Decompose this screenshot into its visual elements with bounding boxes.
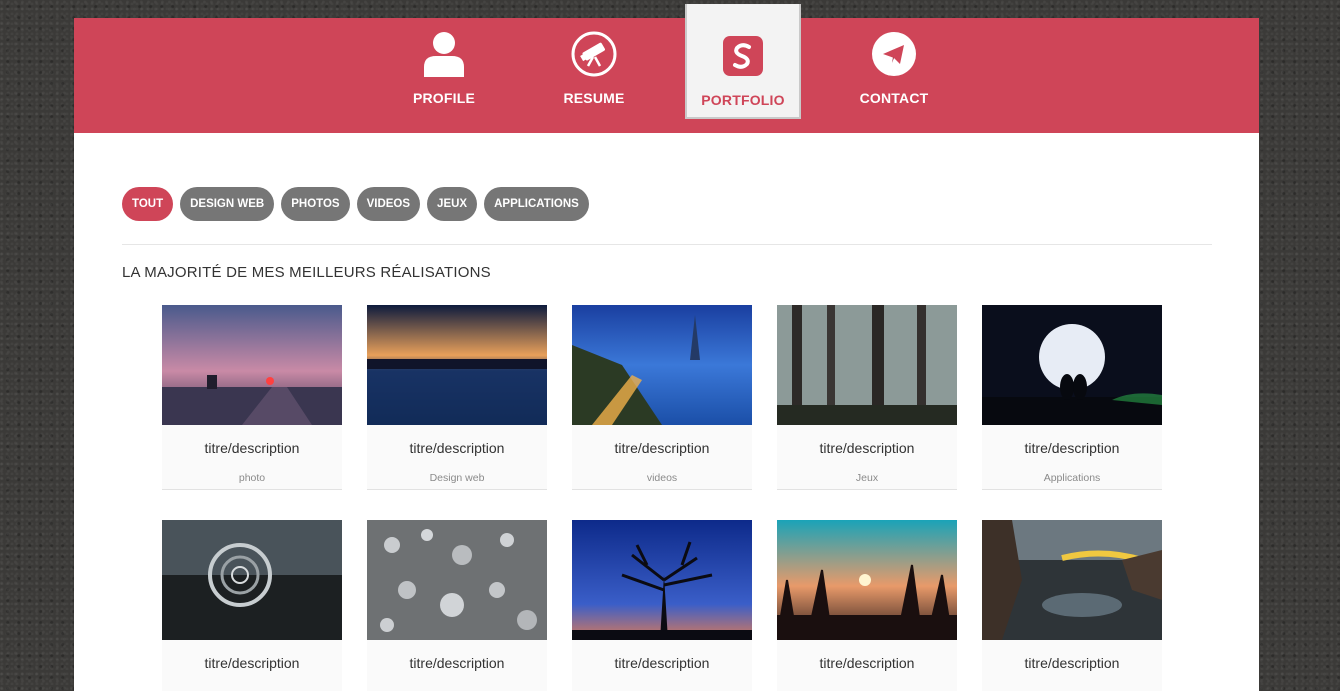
- thumbnail-image: [777, 520, 957, 640]
- portfolio-item[interactable]: titre/description: [572, 520, 752, 691]
- filter-jeux[interactable]: JEUX: [427, 187, 478, 221]
- item-title: titre/description: [819, 440, 915, 456]
- portfolio-item[interactable]: titre/description Jeux: [777, 305, 957, 490]
- item-title: titre/description: [204, 440, 300, 456]
- nav-item-profile[interactable]: PROFILE: [386, 18, 502, 133]
- item-title: titre/description: [819, 655, 915, 671]
- portfolio-item[interactable]: titre/description: [982, 520, 1162, 691]
- thumbnail-image: [982, 305, 1162, 425]
- portfolio-item[interactable]: titre/description: [777, 520, 957, 691]
- filter-tout[interactable]: TOUT: [122, 187, 174, 221]
- item-category: photo: [238, 472, 266, 484]
- thumbnail-image: [162, 520, 342, 640]
- nav-label-contact: CONTACT: [859, 90, 929, 106]
- item-title: titre/description: [1024, 440, 1120, 456]
- portfolio-item[interactable]: titre/description: [162, 520, 342, 691]
- nav-item-contact[interactable]: CONTACT: [836, 18, 952, 133]
- item-category: videos: [646, 472, 678, 484]
- filter-photos[interactable]: PHOTOS: [281, 187, 350, 221]
- thumbnail-image: [572, 520, 752, 640]
- thumbnail-image: [777, 305, 957, 425]
- nav-item-resume[interactable]: RESUME: [536, 18, 652, 133]
- thumbnail-image: [982, 520, 1162, 640]
- item-category: Design web: [429, 472, 485, 484]
- nav-label-resume: RESUME: [563, 90, 625, 106]
- telescope-icon: [571, 31, 617, 77]
- item-title: titre/description: [614, 440, 710, 456]
- section-title: LA MAJORITÉ DE MES MEILLEURS RÉALISATION…: [122, 264, 491, 281]
- thumbnail-image: [162, 305, 342, 425]
- thumbnail-image: [367, 520, 547, 640]
- thumbnail-image: [367, 305, 547, 425]
- item-title: titre/description: [1024, 655, 1120, 671]
- thumbnail-image: [572, 305, 752, 425]
- paper-plane-icon: [871, 31, 917, 77]
- portfolio-item[interactable]: titre/description Applications: [982, 305, 1162, 490]
- filter-videos[interactable]: VIDEOS: [356, 187, 421, 221]
- portfolio-item[interactable]: titre/description videos: [572, 305, 752, 490]
- nav-label-portfolio: PORTFOLIO: [701, 92, 785, 108]
- nav-item-portfolio[interactable]: PORTFOLIO: [685, 4, 801, 119]
- filter-applications[interactable]: APPLICATIONS: [484, 187, 589, 221]
- main-card: PROFILE RESUME PORTFOLIO CONTACT TOUT DE…: [74, 4, 1259, 691]
- item-category: Applications: [1043, 472, 1101, 484]
- item-title: titre/description: [614, 655, 710, 671]
- top-navigation: PROFILE RESUME PORTFOLIO CONTACT: [74, 4, 1259, 133]
- item-category: Jeux: [855, 472, 879, 484]
- divider: [122, 244, 1212, 245]
- nav-label-profile: PROFILE: [412, 90, 476, 106]
- portfolio-item[interactable]: titre/description: [367, 520, 547, 691]
- filter-bar: TOUT DESIGN WEB PHOTOS VIDEOS JEUX APPLI…: [122, 187, 589, 221]
- portfolio-logo-icon: [720, 33, 766, 79]
- portfolio-item[interactable]: titre/description Design web: [367, 305, 547, 490]
- item-title: titre/description: [409, 655, 505, 671]
- portfolio-item[interactable]: titre/description photo: [162, 305, 342, 490]
- item-title: titre/description: [204, 655, 300, 671]
- filter-design-web[interactable]: DESIGN WEB: [180, 187, 275, 221]
- user-icon: [421, 31, 467, 77]
- item-title: titre/description: [409, 440, 505, 456]
